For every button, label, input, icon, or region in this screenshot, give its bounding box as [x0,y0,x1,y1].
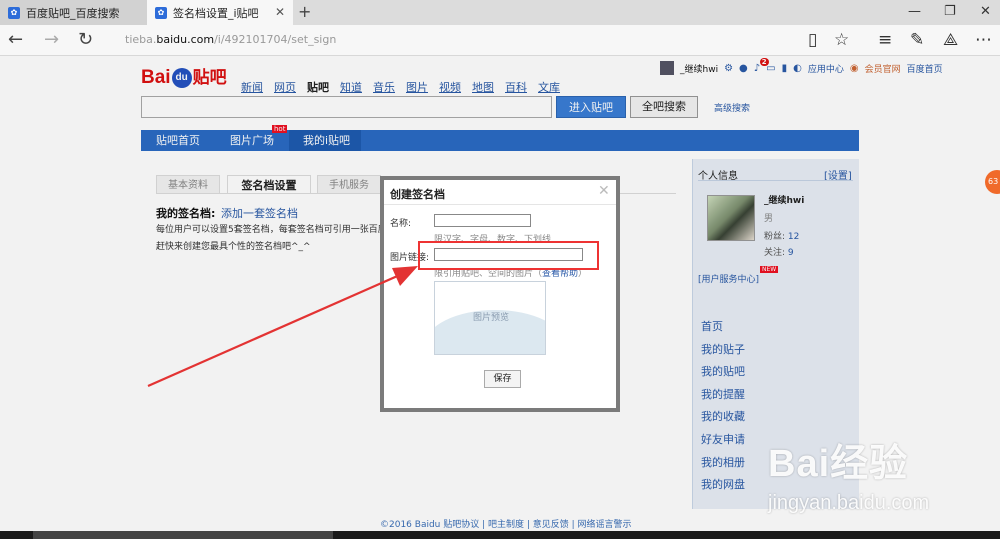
name-label: 名称: [390,219,412,229]
close-tab-icon[interactable]: ✕ [275,5,285,19]
web-note-icon[interactable]: ✎ [910,30,924,50]
dialog-divider [384,204,616,205]
sign-name-input[interactable] [434,214,531,227]
hub-icon[interactable]: ≡ [878,30,892,50]
share-icon[interactable]: ⟁ [943,30,958,50]
close-icon[interactable]: ✕ [598,183,610,199]
url-domain: baidu.com [156,33,215,46]
more-icon[interactable]: ⋯ [975,30,992,50]
help-link[interactable]: 查看帮助 [542,269,578,279]
favorite-star-icon[interactable]: ☆ [834,30,849,50]
forward-icon[interactable]: → [44,29,59,50]
highlight-box [418,241,599,270]
taskbar-segment [33,531,333,539]
preview-label: 图片预览 [472,313,509,323]
url-prefix: tieba. [125,33,157,46]
browser-tab-search[interactable]: ✿ 百度贴吧_百度搜索 [0,0,147,25]
image-preview: 图片预览 [434,281,546,355]
address-bar[interactable]: tieba.baidu.com/i/492101704/set_sign [125,33,336,46]
paw-icon: ✿ [8,6,20,19]
refresh-icon[interactable]: ↻ [78,29,93,50]
back-icon[interactable]: ← [8,29,23,50]
watermark-brand: Bai经验 [768,443,909,485]
hint-suffix: ） [578,269,588,279]
url-path: /i/492101704/set_sign [214,33,337,46]
hint-prefix: 限引用贴吧、空间的图片（ [434,269,543,279]
window-close-icon[interactable]: ✕ [980,4,991,19]
browser-tab-sign-settings[interactable]: ✿ 签名档设置_i贴吧 ✕ [147,0,293,25]
tab-title: 签名档设置_i贴吧 [173,6,259,20]
save-button[interactable]: 保存 [484,370,521,388]
paw-icon: ✿ [155,6,167,19]
watermark-url: jingyan.baidu.com [768,492,930,514]
tab-title: 百度贴吧_百度搜索 [26,6,120,20]
new-tab-icon[interactable]: + [298,2,311,21]
reading-view-icon[interactable]: ▯ [808,30,817,50]
dialog-title: 创建签名档 [390,188,445,201]
minimize-icon[interactable]: — [908,4,921,19]
restore-icon[interactable]: ❐ [944,4,956,19]
